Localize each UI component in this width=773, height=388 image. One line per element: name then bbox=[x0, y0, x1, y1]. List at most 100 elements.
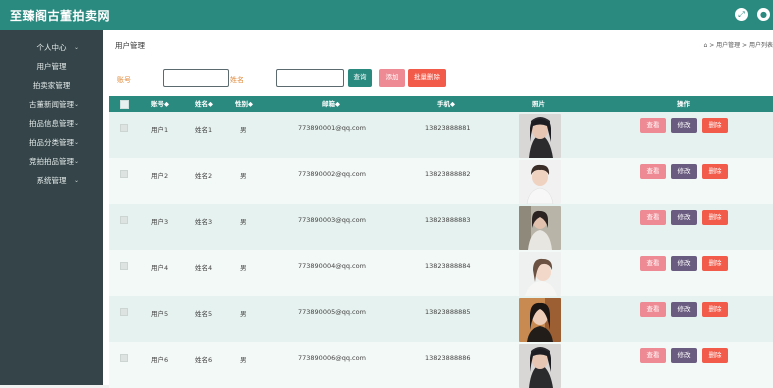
sidebar-item-auctioneer-management[interactable]: 拍卖家管理 bbox=[0, 77, 103, 95]
cell-account: 用户5 bbox=[151, 308, 168, 318]
cell-phone: 13823888881 bbox=[425, 124, 471, 132]
view-button[interactable]: 查看 bbox=[640, 118, 666, 133]
col-account[interactable]: 账号◆ bbox=[151, 96, 169, 112]
sidebar-item-antique-news[interactable]: 古董新闻管理⌄ bbox=[0, 96, 103, 114]
cell-phone: 13823888884 bbox=[425, 262, 471, 270]
cell-gender: 男 bbox=[240, 216, 247, 226]
edit-button[interactable]: 修改 bbox=[671, 118, 697, 133]
delete-button[interactable]: 删除 bbox=[702, 256, 728, 271]
name-search-input[interactable] bbox=[276, 69, 344, 87]
sidebar-item-label: 竞拍拍品管理 bbox=[29, 157, 74, 166]
cell-email: 773890001@qq.com bbox=[298, 124, 366, 132]
col-gender[interactable]: 性别◆ bbox=[235, 96, 253, 112]
edit-button[interactable]: 修改 bbox=[671, 210, 697, 225]
user-photo bbox=[519, 206, 561, 250]
cell-name: 姓名2 bbox=[195, 170, 212, 180]
cell-gender: 男 bbox=[240, 308, 247, 318]
sidebar-item-label: 古董新闻管理 bbox=[29, 100, 74, 109]
select-all-checkbox[interactable] bbox=[120, 100, 129, 109]
sidebar-item-label: 用户管理 bbox=[37, 62, 67, 71]
sidebar-item-bid-lots[interactable]: 竞拍拍品管理⌄ bbox=[0, 153, 103, 171]
view-button[interactable]: 查看 bbox=[640, 302, 666, 317]
col-actions: 操作 bbox=[677, 96, 690, 112]
col-name[interactable]: 姓名◆ bbox=[195, 96, 213, 112]
cell-phone: 13823888882 bbox=[425, 170, 471, 178]
chevron-down-icon: ⌄ bbox=[74, 96, 79, 114]
account-search-input[interactable] bbox=[163, 69, 229, 87]
cell-gender: 男 bbox=[240, 262, 247, 272]
table-row: 用户2 姓名2 男 773890002@qq.com 13823888882 查… bbox=[109, 158, 773, 204]
cell-email: 773890002@qq.com bbox=[298, 170, 366, 178]
search-button[interactable]: 查询 bbox=[348, 69, 372, 87]
user-photo bbox=[519, 298, 561, 342]
row-checkbox[interactable] bbox=[120, 354, 128, 362]
cell-email: 773890004@qq.com bbox=[298, 262, 366, 270]
edit-button[interactable]: 修改 bbox=[671, 256, 697, 271]
row-checkbox[interactable] bbox=[120, 124, 128, 132]
delete-button[interactable]: 删除 bbox=[702, 118, 728, 133]
cell-account: 用户2 bbox=[151, 170, 168, 180]
sidebar-item-lot-category[interactable]: 拍品分类管理⌄ bbox=[0, 134, 103, 152]
top-header: 至臻阁古董拍卖网 ⤢ ● bbox=[0, 0, 773, 30]
cell-name: 姓名6 bbox=[195, 354, 212, 364]
chevron-down-icon: ⌄ bbox=[74, 39, 79, 57]
cell-name: 姓名3 bbox=[195, 216, 212, 226]
view-button[interactable]: 查看 bbox=[640, 256, 666, 271]
page-title: 用户管理 bbox=[115, 40, 145, 51]
row-checkbox[interactable] bbox=[120, 170, 128, 178]
cell-account: 用户4 bbox=[151, 262, 168, 272]
col-photo: 照片 bbox=[532, 96, 545, 112]
cell-gender: 男 bbox=[240, 170, 247, 180]
delete-button[interactable]: 删除 bbox=[702, 210, 728, 225]
sidebar-item-label: 个人中心 bbox=[37, 43, 67, 52]
cell-account: 用户1 bbox=[151, 124, 168, 134]
user-photo bbox=[519, 344, 561, 388]
cell-email: 773890005@qq.com bbox=[298, 308, 366, 316]
user-photo bbox=[519, 114, 561, 158]
col-email[interactable]: 邮箱◆ bbox=[322, 96, 340, 112]
row-checkbox[interactable] bbox=[120, 308, 128, 316]
row-checkbox[interactable] bbox=[120, 262, 128, 270]
name-label: 姓名 bbox=[230, 75, 244, 85]
chevron-down-icon: ⌄ bbox=[74, 134, 79, 152]
sidebar-item-user-management[interactable]: 用户管理 bbox=[0, 58, 103, 76]
view-button[interactable]: 查看 bbox=[640, 164, 666, 179]
cell-name: 姓名4 bbox=[195, 262, 212, 272]
chevron-down-icon: ⌄ bbox=[74, 153, 79, 171]
user-photo bbox=[519, 160, 561, 204]
cell-gender: 男 bbox=[240, 354, 247, 364]
cell-account: 用户6 bbox=[151, 354, 168, 364]
sidebar-item-personal-center[interactable]: 个人中心 ⌄ bbox=[0, 39, 103, 57]
col-phone[interactable]: 手机◆ bbox=[437, 96, 455, 112]
delete-button[interactable]: 删除 bbox=[702, 164, 728, 179]
view-button[interactable]: 查看 bbox=[640, 348, 666, 363]
main-content: 用户管理 ⌂ > 用户管理 > 用户列表 账号 姓名 查询 添加 批量删除 账号… bbox=[103, 30, 773, 385]
sidebar-item-system-management[interactable]: 系统管理 ⌄ bbox=[0, 172, 103, 190]
table-row: 用户1 姓名1 男 773890001@qq.com 13823888881 查… bbox=[109, 112, 773, 158]
add-button[interactable]: 添加 bbox=[379, 69, 405, 87]
sidebar: 个人中心⌄ 用户管理 拍卖家管理 古董新闻管理⌄ 拍品信息管理⌄ 拍品分类管理⌄… bbox=[0, 30, 103, 385]
account-label: 账号 bbox=[117, 75, 131, 85]
sidebar-item-label: 拍品信息管理 bbox=[29, 119, 74, 128]
batch-delete-button[interactable]: 批量删除 bbox=[408, 69, 446, 87]
cell-gender: 男 bbox=[240, 124, 247, 134]
delete-button[interactable]: 删除 bbox=[702, 348, 728, 363]
chevron-down-icon: ⌄ bbox=[74, 115, 79, 133]
user-photo bbox=[519, 252, 561, 296]
edit-button[interactable]: 修改 bbox=[671, 302, 697, 317]
sidebar-item-label: 拍品分类管理 bbox=[29, 138, 74, 147]
view-button[interactable]: 查看 bbox=[640, 210, 666, 225]
cell-phone: 13823888886 bbox=[425, 354, 471, 362]
cell-phone: 13823888885 bbox=[425, 308, 471, 316]
edit-button[interactable]: 修改 bbox=[671, 164, 697, 179]
user-icon[interactable]: ● bbox=[757, 8, 770, 21]
chevron-down-icon: ⌄ bbox=[74, 172, 79, 190]
edit-button[interactable]: 修改 bbox=[671, 348, 697, 363]
delete-button[interactable]: 删除 bbox=[702, 302, 728, 317]
sidebar-item-label: 系统管理 bbox=[37, 176, 67, 185]
sidebar-item-lot-info[interactable]: 拍品信息管理⌄ bbox=[0, 115, 103, 133]
cell-name: 姓名5 bbox=[195, 308, 212, 318]
table-header: 账号◆ 姓名◆ 性别◆ 邮箱◆ 手机◆ 照片 操作 bbox=[109, 96, 773, 112]
row-checkbox[interactable] bbox=[120, 216, 128, 224]
fullscreen-icon[interactable]: ⤢ bbox=[735, 8, 748, 21]
